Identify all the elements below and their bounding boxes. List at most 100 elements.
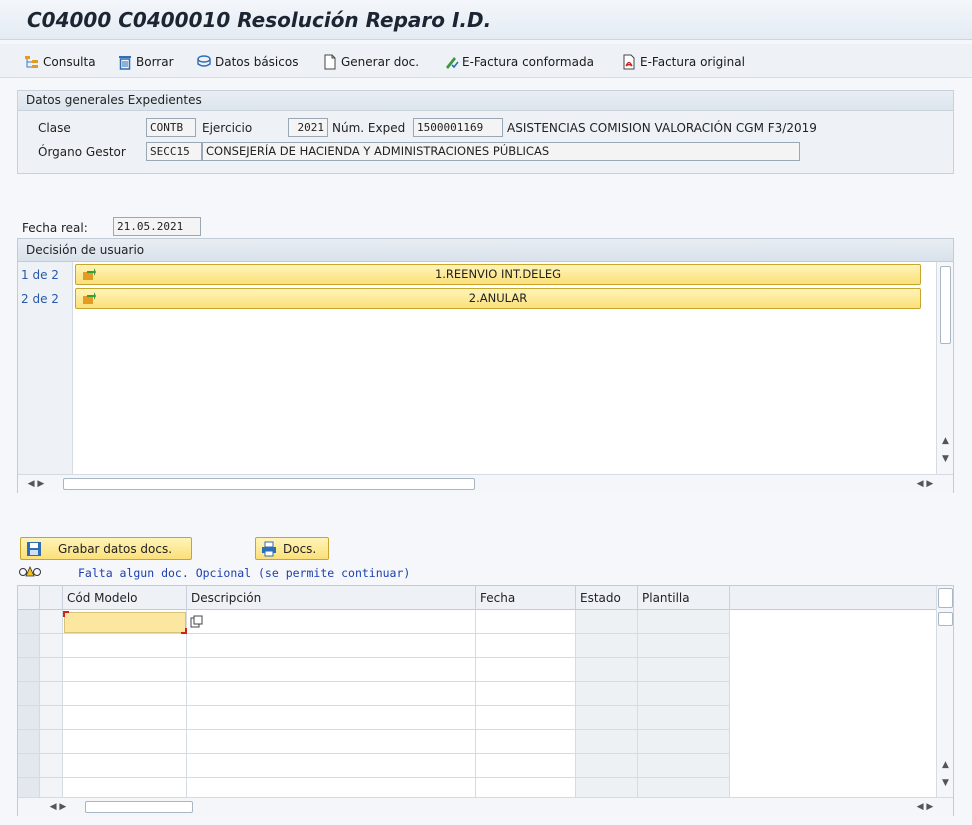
organo-gestor-field[interactable]: SECC15 <box>146 142 202 161</box>
table-cell[interactable] <box>576 658 638 682</box>
row-selector[interactable] <box>18 658 40 682</box>
scroll-left-right-icon[interactable]: ◀ ▶ <box>24 479 48 489</box>
table-cell[interactable] <box>476 706 576 730</box>
scroll-down-icon[interactable]: ▼ <box>937 454 954 464</box>
decision-vertical-scrollbar[interactable]: ▲ ▼ <box>936 262 953 474</box>
table-cell[interactable] <box>187 730 476 754</box>
table-row[interactable] <box>18 658 730 682</box>
table-cell[interactable] <box>187 634 476 658</box>
cod-modelo-input[interactable] <box>63 611 187 634</box>
borrar-button[interactable]: Borrar <box>117 52 174 72</box>
table-cell[interactable] <box>576 634 638 658</box>
clase-label: Clase <box>38 121 71 135</box>
table-cell[interactable] <box>638 658 730 682</box>
table-cell[interactable] <box>638 634 730 658</box>
table-cell[interactable] <box>476 610 576 634</box>
horizontal-scroll-thumb[interactable] <box>85 801 193 813</box>
row-selector[interactable] <box>18 730 40 754</box>
scroll-thumb[interactable] <box>940 266 951 344</box>
row-selector[interactable] <box>18 706 40 730</box>
select-all-cell[interactable] <box>18 586 40 610</box>
table-cell[interactable] <box>40 610 63 634</box>
table-cell[interactable] <box>576 706 638 730</box>
table-row[interactable] <box>18 754 730 778</box>
table-cell[interactable] <box>40 754 63 778</box>
table-cell[interactable] <box>63 754 187 778</box>
decision-horizontal-scrollbar[interactable]: ◀ ▶ ◀ ▶ <box>18 474 953 493</box>
table-row[interactable] <box>18 730 730 754</box>
scroll-up-icon[interactable]: ▲ <box>937 760 954 770</box>
table-cell[interactable] <box>40 634 63 658</box>
scroll-left-right-icon[interactable]: ◀ ▶ <box>913 479 937 489</box>
e-factura-conformada-button[interactable]: E-Factura conformada <box>443 52 594 72</box>
fecha-real-field[interactable]: 21.05.2021 <box>113 217 201 236</box>
datos-basicos-button[interactable]: Datos básicos <box>196 52 298 72</box>
table-row[interactable] <box>18 634 730 658</box>
value-help-icon[interactable] <box>190 615 203 628</box>
table-cell[interactable] <box>476 730 576 754</box>
column-settings-icon[interactable] <box>938 588 953 608</box>
scroll-down-icon[interactable]: ▼ <box>937 778 954 788</box>
table-cell[interactable] <box>187 706 476 730</box>
table-cell[interactable] <box>476 634 576 658</box>
e-factura-original-button[interactable]: E-Factura original <box>621 52 745 72</box>
table-cell[interactable] <box>63 634 187 658</box>
table-cell[interactable] <box>63 658 187 682</box>
horizontal-scroll-thumb[interactable] <box>63 478 475 490</box>
table-cell[interactable] <box>638 610 730 634</box>
col-estado[interactable]: Estado <box>576 586 638 610</box>
col-cod-modelo[interactable]: Cód Modelo <box>63 586 187 610</box>
documents-table-header: Cód Modelo Descripción Fecha Estado Plan… <box>18 586 936 610</box>
table-row[interactable] <box>18 682 730 706</box>
table-cell[interactable] <box>40 658 63 682</box>
table-cell[interactable] <box>576 610 638 634</box>
table-cell[interactable] <box>40 706 63 730</box>
table-cell[interactable] <box>638 682 730 706</box>
consulta-label: Consulta <box>43 55 96 69</box>
table-cell[interactable] <box>63 682 187 706</box>
scroll-left-right-icon[interactable]: ◀ ▶ <box>46 802 70 812</box>
grabar-datos-docs-button[interactable]: Grabar datos docs. <box>20 537 192 560</box>
scroll-up-icon[interactable]: ▲ <box>937 436 954 446</box>
table-cell[interactable] <box>187 682 476 706</box>
row-selector[interactable] <box>18 634 40 658</box>
decision-option-button[interactable]: 2.ANULAR <box>75 288 921 309</box>
table-cell[interactable] <box>187 658 476 682</box>
documents-vertical-scrollbar[interactable]: ▲ ▼ <box>936 586 953 797</box>
table-cell[interactable] <box>476 754 576 778</box>
col-descripcion[interactable]: Descripción <box>187 586 476 610</box>
scroll-left-right-icon[interactable]: ◀ ▶ <box>913 802 937 812</box>
table-cell[interactable] <box>576 754 638 778</box>
table-cell[interactable] <box>63 706 187 730</box>
row-selector[interactable] <box>18 682 40 706</box>
table-cell[interactable] <box>63 730 187 754</box>
table-cell[interactable] <box>576 730 638 754</box>
table-cell[interactable] <box>638 730 730 754</box>
ejercicio-field[interactable]: 2021 <box>288 118 328 137</box>
col-plantilla[interactable]: Plantilla <box>638 586 730 610</box>
table-cell[interactable] <box>576 682 638 706</box>
documents-table-body <box>18 610 936 802</box>
row-selector[interactable] <box>18 754 40 778</box>
table-cell[interactable] <box>638 754 730 778</box>
table-cell[interactable] <box>40 730 63 754</box>
num-exped-field[interactable]: 1500001169 <box>413 118 503 137</box>
docs-button[interactable]: Docs. <box>255 537 329 560</box>
decision-option-label: 2.ANULAR <box>468 291 528 305</box>
clase-field[interactable]: CONTB <box>146 118 196 137</box>
generar-doc-button[interactable]: Generar doc. <box>322 52 419 72</box>
table-row[interactable] <box>18 706 730 730</box>
table-cell[interactable] <box>187 610 476 634</box>
col-fecha[interactable]: Fecha <box>476 586 576 610</box>
table-cell[interactable] <box>476 658 576 682</box>
row-selector[interactable] <box>18 610 40 634</box>
table-cell[interactable] <box>638 706 730 730</box>
scroll-thumb[interactable] <box>938 612 953 626</box>
consulta-button[interactable]: Consulta <box>24 52 96 72</box>
documents-horizontal-scrollbar[interactable]: ◀ ▶ ◀ ▶ <box>18 797 953 816</box>
pdf-icon <box>621 54 637 70</box>
decision-option-button[interactable]: 1.REENVIO INT.DELEG <box>75 264 921 285</box>
table-cell[interactable] <box>40 682 63 706</box>
table-cell[interactable] <box>476 682 576 706</box>
table-cell[interactable] <box>187 754 476 778</box>
